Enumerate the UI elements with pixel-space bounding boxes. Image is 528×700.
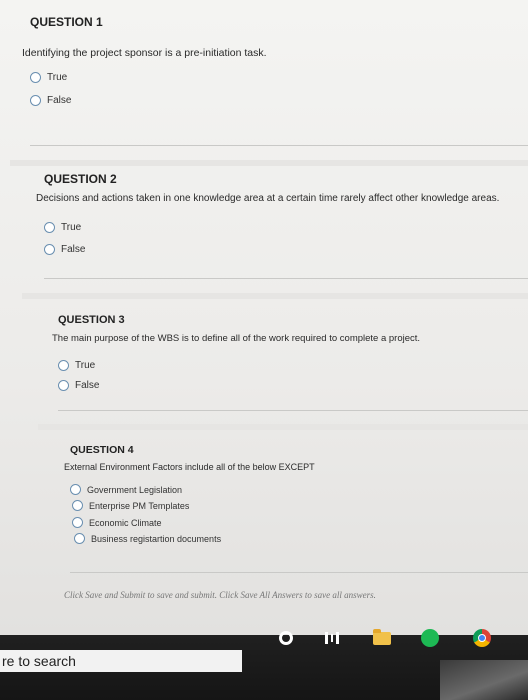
option-label: True [61,222,82,233]
option-label: Economic Climate [89,517,162,528]
question-3-option-true[interactable]: True [58,360,95,371]
chrome-icon[interactable] [472,628,492,648]
task-view-icon[interactable] [322,628,342,648]
radio-button[interactable] [30,72,41,83]
option-label: False [61,244,86,255]
option-label: Government Legislation [87,484,183,495]
taskbar-search-box[interactable]: re to search [0,650,242,672]
question-4-option-2[interactable]: Enterprise PM Templates [72,500,189,511]
divider [44,278,528,279]
radio-button[interactable] [58,380,69,391]
question-4-option-4[interactable]: Business registartion documents [74,533,221,544]
spotify-icon[interactable] [420,628,440,648]
radio-button[interactable] [70,484,81,495]
question-2-text: Decisions and actions taken in one knowl… [36,193,500,204]
question-1-heading: QUESTION 1 [30,15,103,29]
divider [58,410,528,411]
radio-button[interactable] [44,244,55,255]
question-4-text: External Environment Factors include all… [64,462,315,472]
divider [70,572,528,573]
radio-button[interactable] [72,517,83,528]
option-label: True [47,72,68,83]
option-label: False [75,380,100,391]
divider-band [38,424,528,430]
file-explorer-icon[interactable] [372,628,392,648]
question-2-heading: QUESTION 2 [44,172,117,186]
question-2-option-true[interactable]: True [44,222,81,233]
divider-band [10,160,528,166]
radio-button[interactable] [44,222,55,233]
divider-band [22,293,528,299]
save-submit-instructions: Click Save and Submit to save and submit… [64,590,376,600]
question-1-option-false[interactable]: False [30,95,71,106]
background-glare [440,660,528,700]
question-4-heading: QUESTION 4 [70,444,134,456]
cortana-icon[interactable] [276,628,296,648]
question-1-option-true[interactable]: True [30,72,67,83]
question-3-heading: QUESTION 3 [58,314,125,326]
option-label: True [75,360,96,371]
quiz-page: QUESTION 1 Identifying the project spons… [0,0,528,635]
divider [30,145,528,146]
radio-button[interactable] [74,533,85,544]
question-3-option-false[interactable]: False [58,380,99,391]
question-3-text: The main purpose of the WBS is to define… [52,333,421,344]
question-4-option-3[interactable]: Economic Climate [72,517,162,528]
radio-button[interactable] [72,500,83,511]
option-label: Enterprise PM Templates [89,500,190,511]
option-label: False [47,95,72,106]
question-1-text: Identifying the project sponsor is a pre… [22,47,267,59]
question-4-option-1[interactable]: Government Legislation [70,484,182,495]
option-label: Business registartion documents [91,533,222,544]
radio-button[interactable] [58,360,69,371]
radio-button[interactable] [30,95,41,106]
question-2-option-false[interactable]: False [44,244,85,255]
